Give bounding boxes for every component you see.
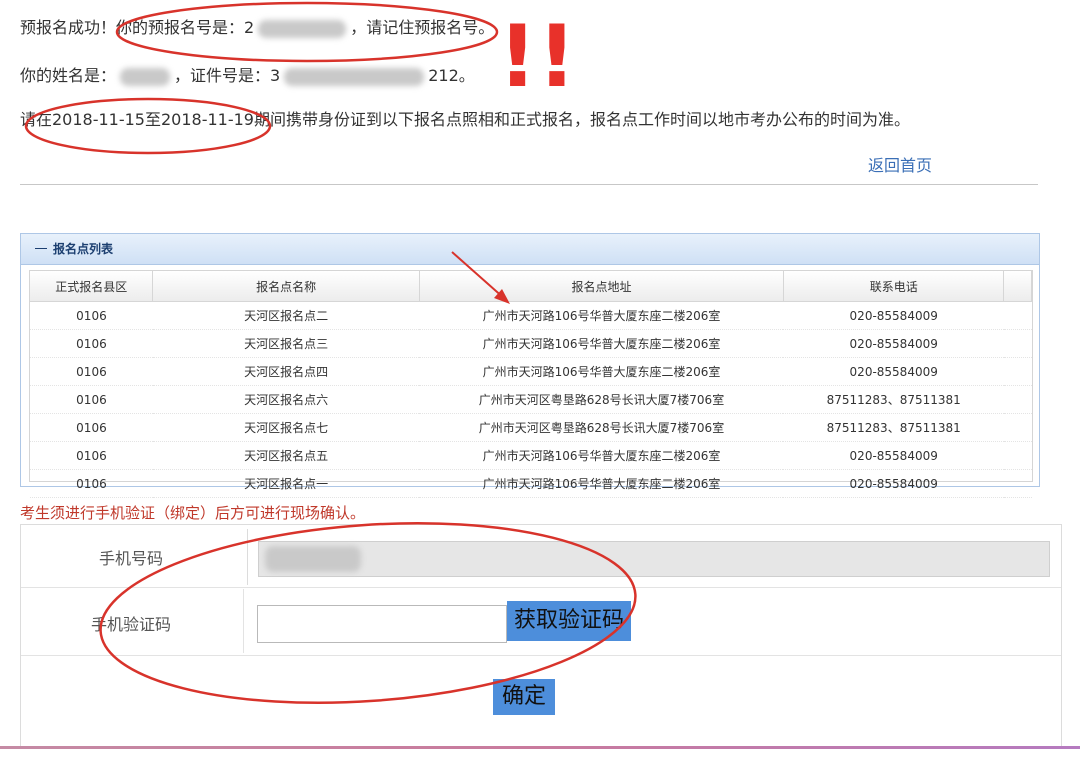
cell-address: 广州市天河区粤垦路628号长讯大厦7楼706室 [419,413,784,442]
cell-phone: 020-85584009 [783,357,1004,386]
confirm-button[interactable]: 确定 [493,679,555,715]
notice-message: 请在2018-11-15至2018-11-19期间携带身份证到以下报名点照相和正… [20,110,910,129]
back-home-link[interactable]: 返回首页 [868,152,932,176]
redacted-registration-number [258,19,347,38]
table-row[interactable]: 0106 天河区报名点三 广州市天河路106号华普大厦东座二楼206室 020-… [30,329,1032,358]
code-label: 手机验证码 [91,615,172,634]
cell-point-name: 天河区报名点六 [152,385,420,414]
success-message: 预报名成功！你的预报名号是：2 ，请记住预报名号。 [20,14,494,38]
table-row[interactable]: 0106 天河区报名点六 广州市天河区粤垦路628号长讯大厦7楼706室 875… [30,385,1032,414]
divider [20,184,1038,185]
cell-county: 0106 [30,469,153,498]
table-header: 正式报名县区 报名点名称 报名点地址 联系电话 [30,271,1032,302]
phone-cell [247,529,1060,585]
cell-point-name: 天河区报名点五 [152,441,420,470]
phone-input[interactable] [258,541,1050,577]
redacted-id-number [284,67,425,86]
form-column-divider [243,589,244,653]
cell-county: 0106 [30,357,153,386]
verification-code-input[interactable] [257,605,507,643]
cell-point-name: 天河区报名点一 [152,469,420,498]
column-header-spacer [1003,271,1032,302]
success-prefix: 预报名成功！你的预报名号是：2 [20,18,255,37]
success-suffix: ，请记住预报名号。 [350,18,495,37]
get-code-button[interactable]: 获取验证码 [507,601,631,641]
cell-address: 广州市天河路106号华普大厦东座二楼206室 [419,329,784,358]
cell-phone: 020-85584009 [783,469,1004,498]
cell-phone: 87511283、87511381 [783,413,1004,442]
cell-point-name: 天河区报名点四 [152,357,420,386]
table-row[interactable]: 0106 天河区报名点一 广州市天河路106号华普大厦东座二楼206室 020-… [30,469,1032,498]
table-row[interactable]: 0106 天河区报名点二 广州市天河路106号华普大厦东座二楼206室 020-… [30,301,1032,330]
id-suffix: 212。 [428,66,475,85]
cell-address: 广州市天河路106号华普大厦东座二楼206室 [419,441,784,470]
cell-county: 0106 [30,329,153,358]
redacted-phone-number [265,546,361,572]
cell-point-name: 天河区报名点三 [152,329,420,358]
table-row[interactable]: 0106 天河区报名点五 广州市天河路106号华普大厦东座二楼206室 020-… [30,441,1032,470]
cell-point-name: 天河区报名点七 [152,413,420,442]
panel-title: 报名点列表 [21,234,1039,265]
cell-county: 0106 [30,413,153,442]
identity-message: 你的姓名是： ，证件号是：3 212。 [20,62,475,86]
cell-phone: 020-85584009 [783,441,1004,470]
column-header-address[interactable]: 报名点地址 [419,271,784,302]
table-row[interactable]: 0106 天河区报名点四 广州市天河路106号华普大厦东座二楼206室 020-… [30,357,1032,386]
registration-point-table: 正式报名县区 报名点名称 报名点地址 联系电话 0106 天河区报名点二 广州市… [29,270,1033,498]
cell-phone: 87511283、87511381 [783,385,1004,414]
id-prefix: ，证件号是：3 [174,66,281,85]
column-header-point-name[interactable]: 报名点名称 [152,271,420,302]
phone-label: 手机号码 [99,549,164,568]
form-divider [21,587,1061,588]
cell-county: 0106 [30,301,153,330]
cell-county: 0106 [30,441,153,470]
cell-address: 广州市天河路106号华普大厦东座二楼206室 [419,357,784,386]
cell-phone: 020-85584009 [783,301,1004,330]
registration-point-panel: 报名点列表 正式报名县区 报名点名称 报名点地址 联系电话 0106 天河区报名… [20,233,1040,498]
form-divider [21,655,1061,656]
bottom-band [0,746,1080,749]
cell-address: 广州市天河路106号华普大厦东座二楼206室 [419,469,784,498]
name-prefix: 你的姓名是： [20,66,117,85]
phone-verification-warning: 考生须进行手机验证（绑定）后方可进行现场确认。 [20,504,366,522]
cell-address: 广州市天河路106号华普大厦东座二楼206室 [419,301,784,330]
annotation-exclaim-marks: !! [498,7,576,107]
column-header-phone[interactable]: 联系电话 [783,271,1005,302]
cell-point-name: 天河区报名点二 [152,301,420,330]
cell-county: 0106 [30,385,153,414]
phone-verification-form: 手机号码 手机验证码 获取验证码 确定 [20,524,1062,748]
cell-address: 广州市天河区粤垦路628号长讯大厦7楼706室 [419,385,784,414]
column-header-county[interactable]: 正式报名县区 [30,271,154,302]
table-row[interactable]: 0106 天河区报名点七 广州市天河区粤垦路628号长讯大厦7楼706室 875… [30,413,1032,442]
cell-phone: 020-85584009 [783,329,1004,358]
redacted-name [120,67,171,86]
